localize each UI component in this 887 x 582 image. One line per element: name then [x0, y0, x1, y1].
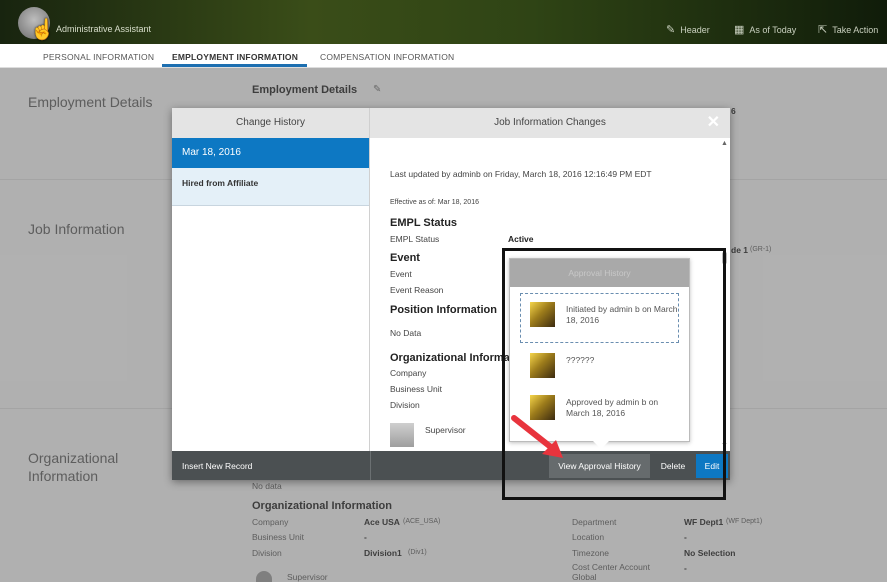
empl-status-value: Active [508, 234, 534, 244]
division-label: Division [390, 400, 420, 410]
as-of-today-button[interactable]: ▦ As of Today [734, 23, 796, 36]
job-information-changes-title: Job Information Changes ✕ [370, 108, 730, 138]
history-item-selected[interactable]: Mar 18, 2016 [172, 138, 369, 168]
position-no-data: No Data [390, 328, 422, 338]
section-tabs: PERSONAL INFORMATION EMPLOYMENT INFORMAT… [0, 44, 887, 68]
tab-personal-information[interactable]: PERSONAL INFORMATION [43, 52, 154, 62]
event-reason-label: Event Reason [390, 285, 444, 295]
header-action-button[interactable]: ✎ Header [666, 23, 710, 36]
business-unit-label: Business Unit [390, 384, 442, 394]
close-icon[interactable]: ✕ [707, 115, 720, 131]
as-of-today-label: As of Today [749, 24, 797, 35]
highlight-box [502, 248, 726, 500]
event-heading: Event [390, 252, 420, 264]
company-label: Company [390, 368, 427, 378]
organizational-info-heading: Organizational Informa [390, 352, 510, 364]
share-icon: ⇱ [818, 24, 828, 36]
tab-employment-information[interactable]: EMPLOYMENT INFORMATION [172, 52, 298, 62]
tab-compensation-information[interactable]: COMPENSATION INFORMATION [320, 52, 454, 62]
header-action-label: Header [680, 24, 710, 35]
footer-divider [370, 451, 371, 480]
scroll-up-icon[interactable]: ▲ [721, 140, 728, 147]
event-label: Event [390, 269, 412, 279]
user-role: Administrative Assistant [56, 24, 152, 34]
supervisor-label: Supervisor [425, 425, 466, 435]
last-updated-text: Last updated by adminb on Friday, March … [390, 169, 652, 179]
empl-status-label: EMPL Status [390, 234, 440, 244]
take-action-button[interactable]: ⇱ Take Action [818, 23, 878, 36]
take-action-label: Take Action [832, 24, 879, 35]
modal-title-text: Job Information Changes [494, 117, 606, 128]
pencil-icon: ✎ [666, 24, 676, 36]
position-information-heading: Position Information [390, 304, 497, 316]
hand-cursor-icon: ☝ [30, 19, 55, 41]
history-list: Mar 18, 2016 Hired from Affiliate [172, 138, 370, 451]
top-header-bar: ☝ Administrative Assistant ✎ Header ▦ As… [0, 0, 887, 44]
active-tab-indicator [162, 64, 307, 67]
supervisor-avatar [390, 423, 414, 447]
change-history-title: Change History [172, 108, 370, 138]
calendar-icon: ▦ [734, 24, 745, 36]
insert-new-record-button[interactable]: Insert New Record [182, 461, 252, 471]
red-arrow-icon [511, 415, 563, 458]
effective-date-text: Effective as of: Mar 18, 2016 [390, 199, 479, 206]
history-item[interactable]: Hired from Affiliate [172, 168, 369, 206]
empl-status-heading: EMPL Status [390, 217, 458, 229]
